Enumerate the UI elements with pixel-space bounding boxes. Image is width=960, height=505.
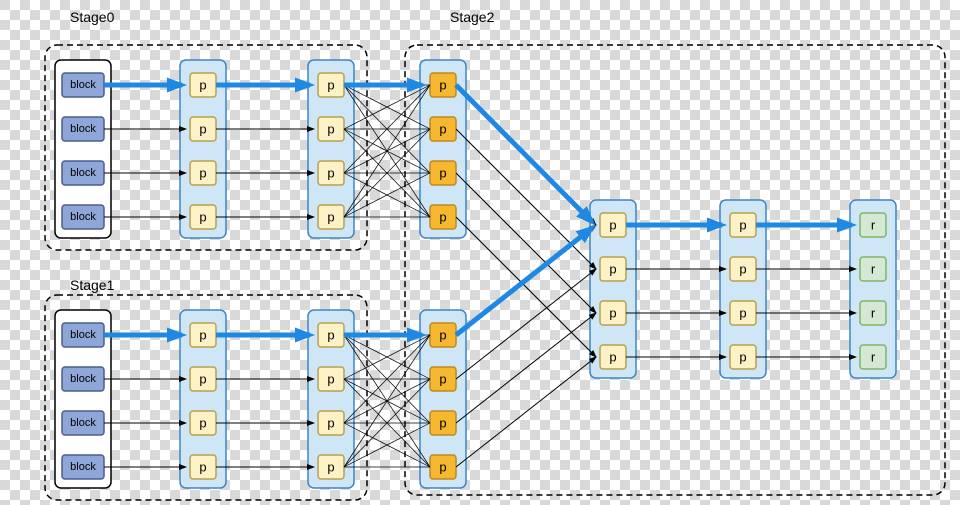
- svg-text:p: p: [327, 416, 334, 431]
- svg-text:r: r: [871, 262, 876, 277]
- svg-text:block: block: [70, 211, 96, 223]
- svg-text:block: block: [70, 123, 96, 135]
- background: [0, 0, 960, 505]
- svg-text:p: p: [327, 122, 334, 137]
- svg-text:p: p: [199, 166, 206, 181]
- svg-text:p: p: [439, 166, 446, 181]
- svg-text:p: p: [199, 122, 206, 137]
- stage1-label: Stage1: [70, 277, 115, 293]
- svg-text:p: p: [199, 460, 206, 475]
- svg-text:p: p: [439, 210, 446, 225]
- svg-text:p: p: [327, 460, 334, 475]
- svg-text:p: p: [199, 210, 206, 225]
- svg-text:p: p: [439, 372, 446, 387]
- svg-text:p: p: [739, 218, 746, 233]
- svg-text:p: p: [199, 78, 206, 93]
- svg-text:p: p: [199, 328, 206, 343]
- svg-text:block: block: [70, 373, 96, 385]
- stage0-label: Stage0: [70, 9, 115, 25]
- svg-text:p: p: [609, 218, 616, 233]
- svg-text:block: block: [70, 461, 96, 473]
- svg-text:p: p: [739, 350, 746, 365]
- svg-text:p: p: [327, 328, 334, 343]
- svg-text:block: block: [70, 329, 96, 341]
- svg-text:r: r: [871, 350, 876, 365]
- svg-text:r: r: [871, 218, 876, 233]
- stage2-label: Stage2: [450, 9, 495, 25]
- svg-text:block: block: [70, 167, 96, 179]
- svg-text:p: p: [327, 166, 334, 181]
- svg-text:p: p: [327, 372, 334, 387]
- svg-text:p: p: [609, 350, 616, 365]
- svg-text:p: p: [609, 262, 616, 277]
- svg-text:p: p: [439, 78, 446, 93]
- svg-text:p: p: [199, 416, 206, 431]
- svg-text:p: p: [609, 306, 616, 321]
- diagram-root: Stage2 Stage0 block block block block p …: [0, 0, 960, 505]
- svg-text:r: r: [871, 306, 876, 321]
- svg-text:p: p: [327, 210, 334, 225]
- svg-text:p: p: [439, 328, 446, 343]
- svg-text:p: p: [439, 122, 446, 137]
- svg-text:p: p: [739, 306, 746, 321]
- svg-text:p: p: [199, 372, 206, 387]
- svg-text:p: p: [739, 262, 746, 277]
- svg-text:p: p: [439, 416, 446, 431]
- svg-text:block: block: [70, 79, 96, 91]
- svg-text:p: p: [439, 460, 446, 475]
- svg-text:block: block: [70, 417, 96, 429]
- svg-text:p: p: [327, 78, 334, 93]
